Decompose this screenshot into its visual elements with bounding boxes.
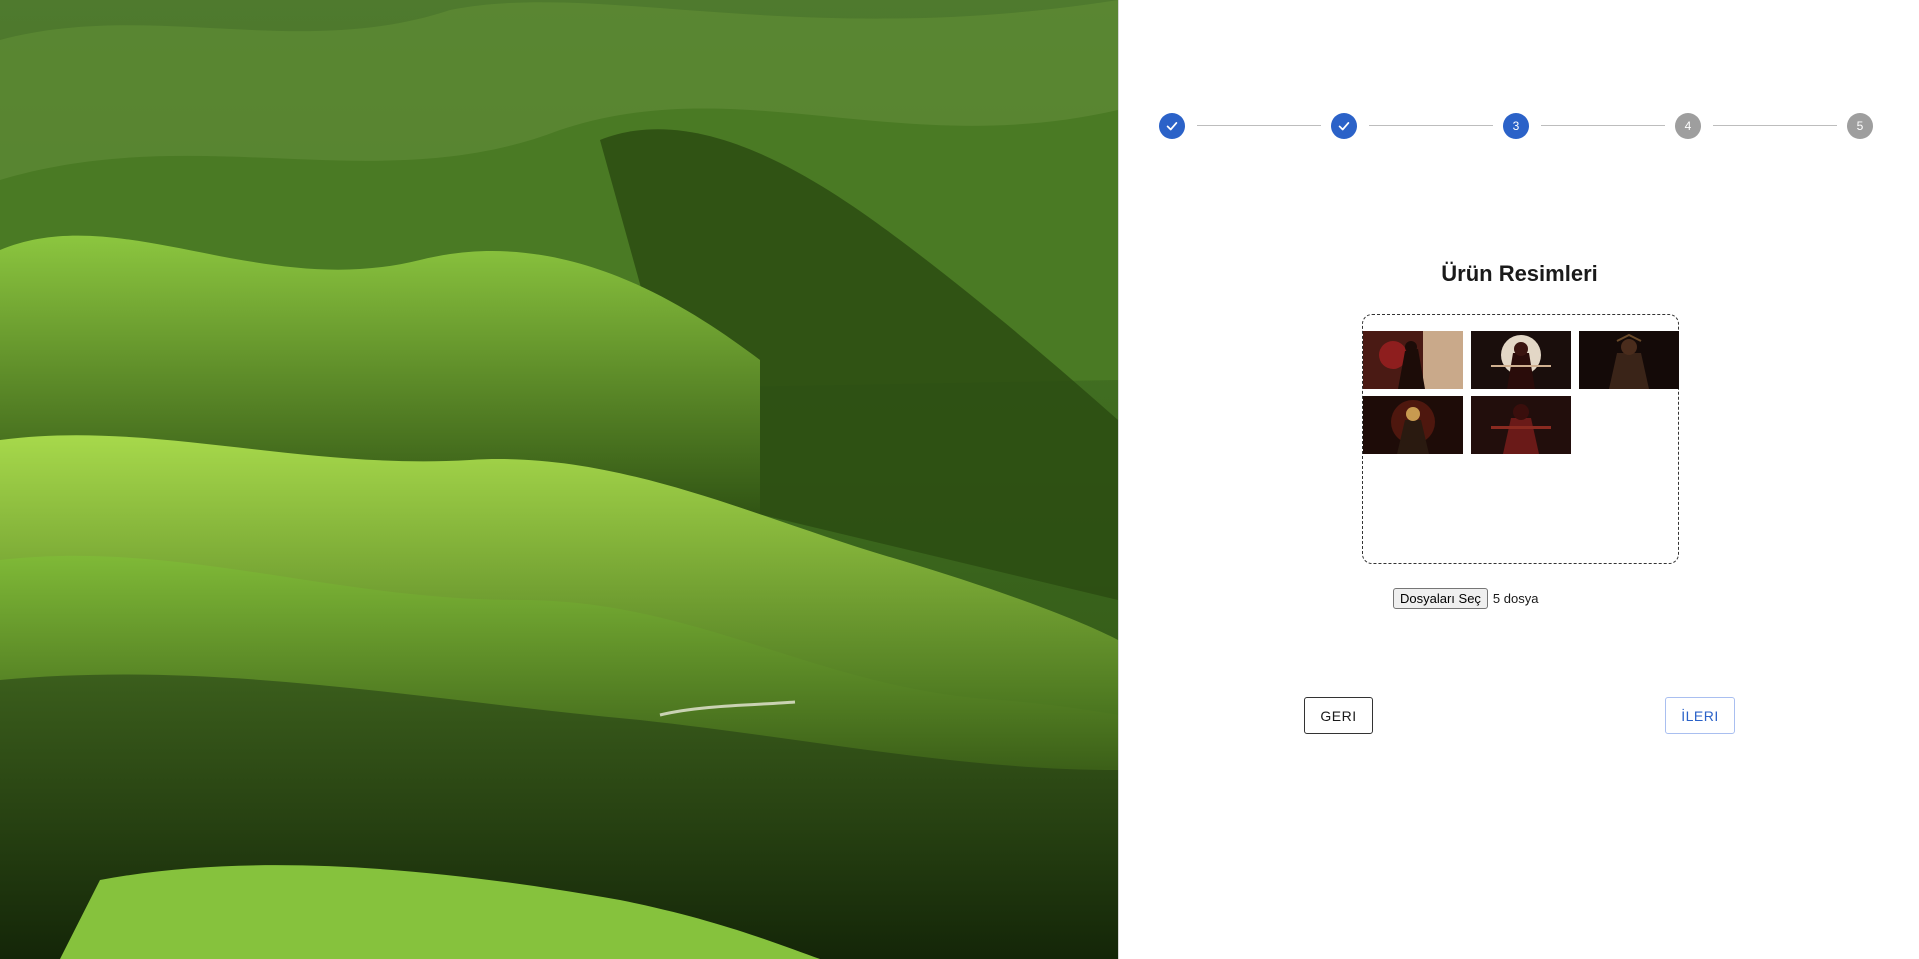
image-dropzone[interactable] bbox=[1362, 314, 1679, 564]
step-2-completed[interactable] bbox=[1331, 113, 1357, 139]
form-panel: 3 4 5 Ürün Resimleri Dosyaları Seç 5 dos… bbox=[1118, 0, 1919, 959]
step-connector bbox=[1369, 125, 1493, 126]
samurai-image-thumbnail bbox=[1363, 396, 1463, 454]
image-thumbnail[interactable] bbox=[1471, 396, 1571, 454]
check-icon bbox=[1166, 122, 1178, 131]
step-connector bbox=[1541, 125, 1665, 126]
app-layout: 3 4 5 Ürün Resimleri Dosyaları Seç 5 dos… bbox=[0, 0, 1919, 959]
file-count-status: 5 dosya bbox=[1492, 591, 1539, 606]
samurai-image-thumbnail bbox=[1363, 331, 1463, 389]
step-connector bbox=[1713, 125, 1837, 126]
image-thumbnail[interactable] bbox=[1363, 396, 1463, 454]
stepper: 3 4 5 bbox=[1159, 113, 1903, 139]
choose-files-button[interactable]: Dosyaları Seç bbox=[1393, 588, 1488, 609]
check-icon bbox=[1338, 122, 1350, 131]
step-5-pending[interactable]: 5 bbox=[1847, 113, 1873, 139]
file-input-row: Dosyaları Seç 5 dosya bbox=[1393, 588, 1538, 609]
hero-landscape-image bbox=[0, 0, 1118, 959]
image-thumbnail[interactable] bbox=[1363, 331, 1463, 389]
step-number: 5 bbox=[1856, 119, 1864, 133]
back-button[interactable]: GERI bbox=[1304, 697, 1373, 734]
step-number: 3 bbox=[1512, 119, 1520, 133]
step-1-completed[interactable] bbox=[1159, 113, 1185, 139]
samurai-image-thumbnail bbox=[1579, 331, 1679, 389]
image-thumbnail[interactable] bbox=[1471, 331, 1571, 389]
step-number: 4 bbox=[1684, 119, 1692, 133]
next-button[interactable]: İLERI bbox=[1665, 697, 1735, 734]
step-connector bbox=[1197, 125, 1321, 126]
page-title: Ürün Resimleri bbox=[1441, 261, 1598, 286]
image-thumbnail[interactable] bbox=[1579, 331, 1679, 389]
step-3-active[interactable]: 3 bbox=[1503, 113, 1529, 139]
green-hills-landscape-image bbox=[0, 0, 1118, 959]
samurai-image-thumbnail bbox=[1471, 331, 1571, 389]
samurai-image-thumbnail bbox=[1471, 396, 1571, 454]
step-4-pending[interactable]: 4 bbox=[1675, 113, 1701, 139]
